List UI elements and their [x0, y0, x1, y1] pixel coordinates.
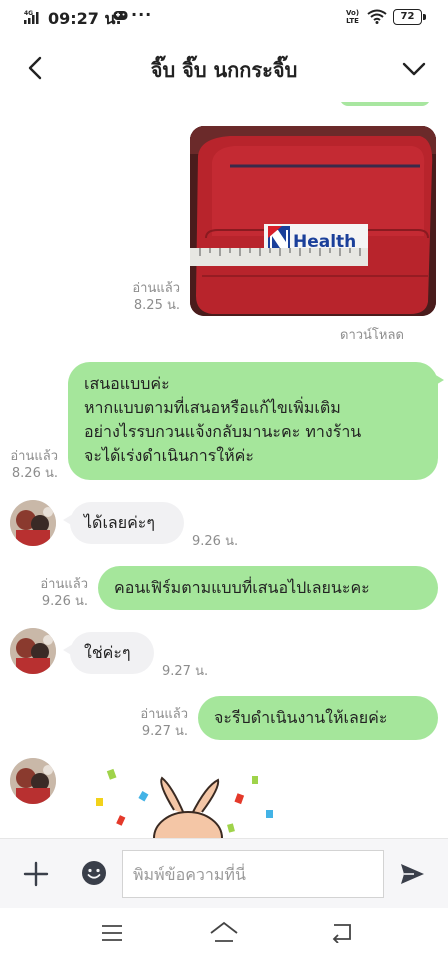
back-icon[interactable] [22, 54, 50, 82]
read-label: อ่านแล้ว [40, 577, 88, 592]
more-notifications-icon: ··· [131, 5, 153, 24]
avatar-photo [10, 500, 56, 546]
avatar-photo [10, 758, 56, 804]
volte-icon: Vo) LTE [346, 9, 360, 25]
read-label: อ่านแล้ว [140, 707, 188, 722]
avatar-photo [10, 628, 56, 674]
nav-home-icon[interactable] [208, 920, 240, 944]
outgoing-message-3[interactable]: จะรีบดำเนินงานให้เลยค่ะ [198, 696, 438, 740]
message-line: จะได้เร่งดำเนินการให้ค่ะ [84, 446, 254, 465]
incoming-message-2[interactable]: ใช่ค่ะๆ [63, 632, 154, 674]
message-time: 8.25 น. [133, 298, 180, 313]
message-time: 9.27 น. [141, 724, 188, 739]
chat-header: จิ๊บ จิ๊บ นกกระจิ๊บ [0, 34, 448, 103]
message-line: หากแบบตามที่เสนอหรือแก้ไขเพิ่มเติม [84, 398, 341, 417]
incoming-message-1[interactable]: ได้เลยค่ะๆ [63, 502, 184, 544]
read-label: อ่านแล้ว [132, 281, 180, 296]
send-icon[interactable] [398, 860, 426, 888]
message-input[interactable] [122, 850, 384, 898]
avatar[interactable] [10, 628, 56, 674]
outgoing-message-2[interactable]: คอนเฟิร์มตามแบบที่เสนอไปเลยนะคะ [98, 566, 438, 610]
read-label: อ่านแล้ว [10, 449, 58, 464]
chat-messages[interactable]: อ่านแล้ว 8.25 น. Health ดาวน์โหลด อ่านแล… [0, 102, 448, 838]
read-status-2: อ่านแล้ว 9.26 น. [30, 576, 88, 610]
image-read-status: อ่านแล้ว 8.25 น. [116, 280, 180, 314]
gamepad-icon [113, 11, 128, 20]
rabbit-sticker[interactable] [88, 766, 278, 838]
nav-back-icon[interactable] [330, 921, 354, 943]
message-line: อย่างไรรบกวนแจ้งกลับมานะคะ ทางร้าน [84, 422, 362, 441]
message-text: ได้เลยค่ะๆ [84, 513, 155, 532]
message-input-bar [0, 838, 448, 909]
signal-icon: 4G [24, 10, 39, 24]
message-time: 8.26 น. [11, 466, 58, 481]
message-time: 9.26 น. [192, 534, 239, 549]
message-text: จะรีบดำเนินงานให้เลยค่ะ [214, 708, 388, 727]
download-link[interactable]: ดาวน์โหลด [340, 324, 404, 345]
svg-text:4G: 4G [24, 10, 33, 17]
bag-photo: Health [190, 126, 436, 316]
status-time: 09:27 น. [48, 9, 122, 28]
battery-icon: 72 [393, 9, 426, 25]
message-line: เสนอแบบค่ะ [84, 374, 170, 393]
avatar[interactable] [10, 500, 56, 546]
read-status-3: อ่านแล้ว 9.27 น. [134, 706, 188, 740]
previous-message-bubble [340, 102, 430, 106]
message-time: 9.26 น. [41, 594, 88, 609]
system-nav-bar [0, 908, 448, 960]
read-status-1: อ่านแล้ว 8.26 น. [6, 448, 58, 482]
plus-icon[interactable] [22, 860, 50, 888]
outgoing-message-1[interactable]: เสนอแบบค่ะ หากแบบตามที่เสนอหรือแก้ไขเพิ่… [68, 362, 444, 480]
message-time: 9.27 น. [162, 664, 209, 679]
status-bar: 4G 09:27 น. ··· Vo) LTE 72 [0, 0, 448, 34]
chevron-down-icon[interactable] [400, 54, 428, 82]
emoji-icon[interactable] [81, 860, 107, 886]
message-text: ใช่ค่ะๆ [84, 643, 131, 662]
wifi-icon [367, 9, 387, 24]
message-text: คอนเฟิร์มตามแบบที่เสนอไปเลยนะคะ [114, 578, 370, 597]
image-message[interactable]: Health [190, 126, 436, 316]
nav-menu-icon[interactable] [100, 923, 124, 943]
avatar[interactable] [10, 758, 56, 804]
chat-title[interactable]: จิ๊บ จิ๊บ นกกระจิ๊บ [70, 54, 378, 86]
